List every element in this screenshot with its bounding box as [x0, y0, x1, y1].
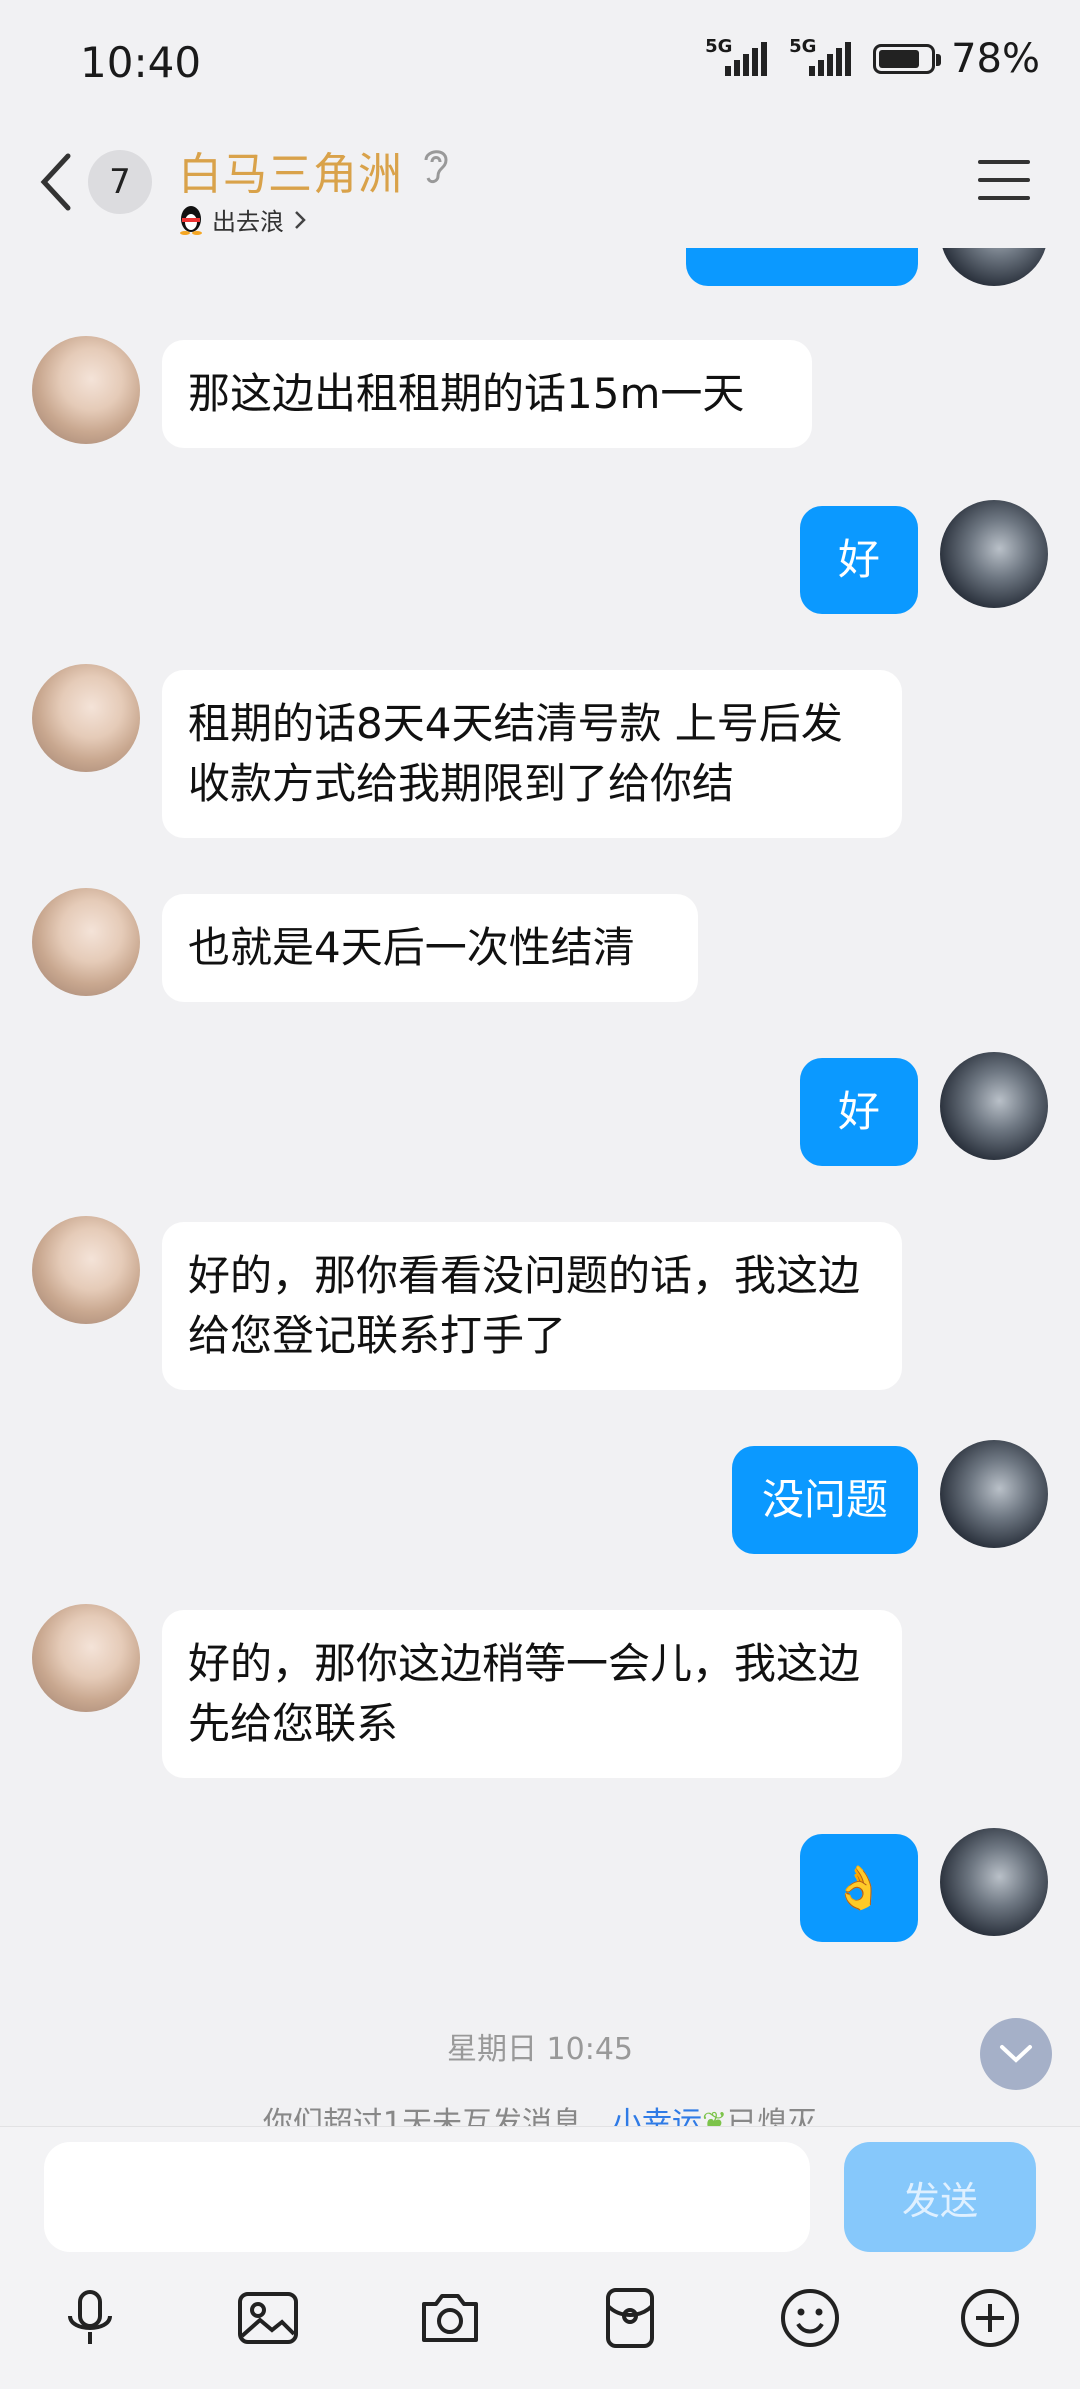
microphone-icon[interactable] [58, 2286, 122, 2350]
message-bubble[interactable]: 好 [800, 506, 918, 614]
menu-icon[interactable] [978, 160, 1030, 214]
lucky-link[interactable]: 小幸运 [612, 2106, 702, 2128]
scroll-to-bottom-button[interactable] [980, 2018, 1052, 2090]
back-arrow-icon[interactable] [36, 152, 76, 212]
signal-icon: 5G [705, 36, 768, 76]
my-avatar[interactable] [940, 1828, 1048, 1936]
contact-avatar[interactable] [32, 888, 140, 996]
chevron-down-icon [1000, 2045, 1032, 2063]
chat-header [0, 118, 1080, 248]
status-icons: 5G 5G 78% [705, 36, 1040, 82]
image-icon[interactable] [236, 2286, 300, 2350]
signal-icon-2: 5G [789, 36, 852, 76]
message-input[interactable] [44, 2142, 810, 2252]
my-avatar[interactable] [940, 500, 1048, 608]
chat-title[interactable]: 白马三角洲 [178, 138, 403, 202]
message-bubble[interactable]: 没问题 [732, 1446, 918, 1554]
plus-icon[interactable] [958, 2286, 1022, 2350]
contact-avatar[interactable] [32, 1216, 140, 1324]
battery-icon [873, 44, 942, 74]
leaf-icon: ❦ [701, 2106, 728, 2128]
chevron-right-icon [295, 210, 306, 229]
contact-avatar[interactable] [32, 1604, 140, 1712]
subtitle-row[interactable]: 出去浪 [178, 202, 308, 237]
chat-timestamp: 星期日 10:45 [447, 2032, 633, 2067]
message-bubble[interactable]: 👌 [800, 1834, 918, 1942]
message-bubble[interactable]: 租期的话8天4天结清号款 上号后发收款方式给我期限到了给你结 [162, 670, 902, 838]
message-bubble[interactable]: 那这边出租租期的话15m一天 [162, 340, 812, 448]
camera-icon[interactable] [418, 2286, 482, 2350]
unread-count-badge[interactable]: 7 [88, 150, 152, 214]
emoji-icon[interactable] [778, 2286, 842, 2350]
message-bubble[interactable]: 好的，那你这边稍等一会儿，我这边先给您联系 [162, 1610, 902, 1778]
qq-penguin-icon [180, 205, 202, 235]
status-time: 10:40 [80, 38, 202, 87]
message-bubble[interactable]: 好的，那你看看没问题的话，我这边给您登记联系打手了 [162, 1222, 902, 1390]
send-button[interactable]: 发送 [844, 2142, 1036, 2252]
contact-avatar[interactable] [32, 664, 140, 772]
battery-percent: 78% [951, 36, 1040, 82]
subtitle-text: 出去浪 [212, 208, 284, 236]
ear-icon [424, 150, 448, 184]
my-avatar[interactable] [940, 1052, 1048, 1160]
message-bubble[interactable]: 好 [800, 1058, 918, 1166]
contact-avatar[interactable] [32, 336, 140, 444]
message-bubble[interactable]: 也就是4天后一次性结清 [162, 894, 698, 1002]
red-packet-icon[interactable] [598, 2286, 662, 2350]
my-avatar[interactable] [940, 1440, 1048, 1548]
system-notice: 你们超过1天未互发消息，小幸运❦已熄灭 [0, 2098, 1080, 2128]
